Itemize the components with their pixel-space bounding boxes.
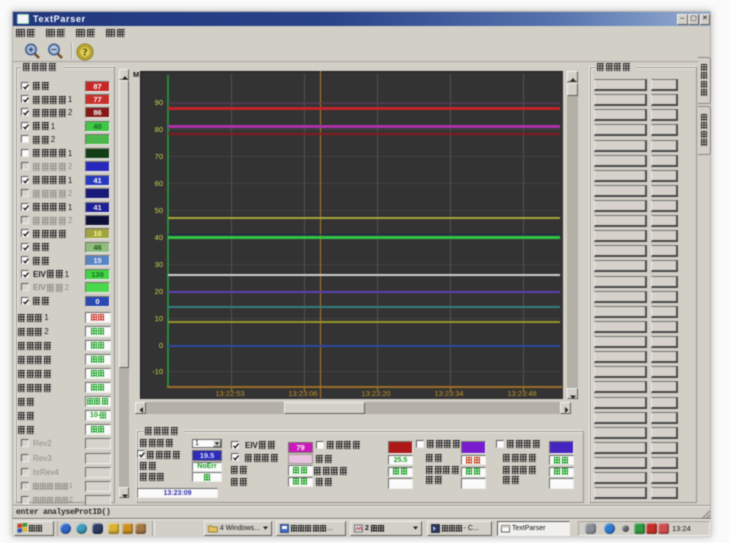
svg-text:?: ? <box>83 47 88 58</box>
